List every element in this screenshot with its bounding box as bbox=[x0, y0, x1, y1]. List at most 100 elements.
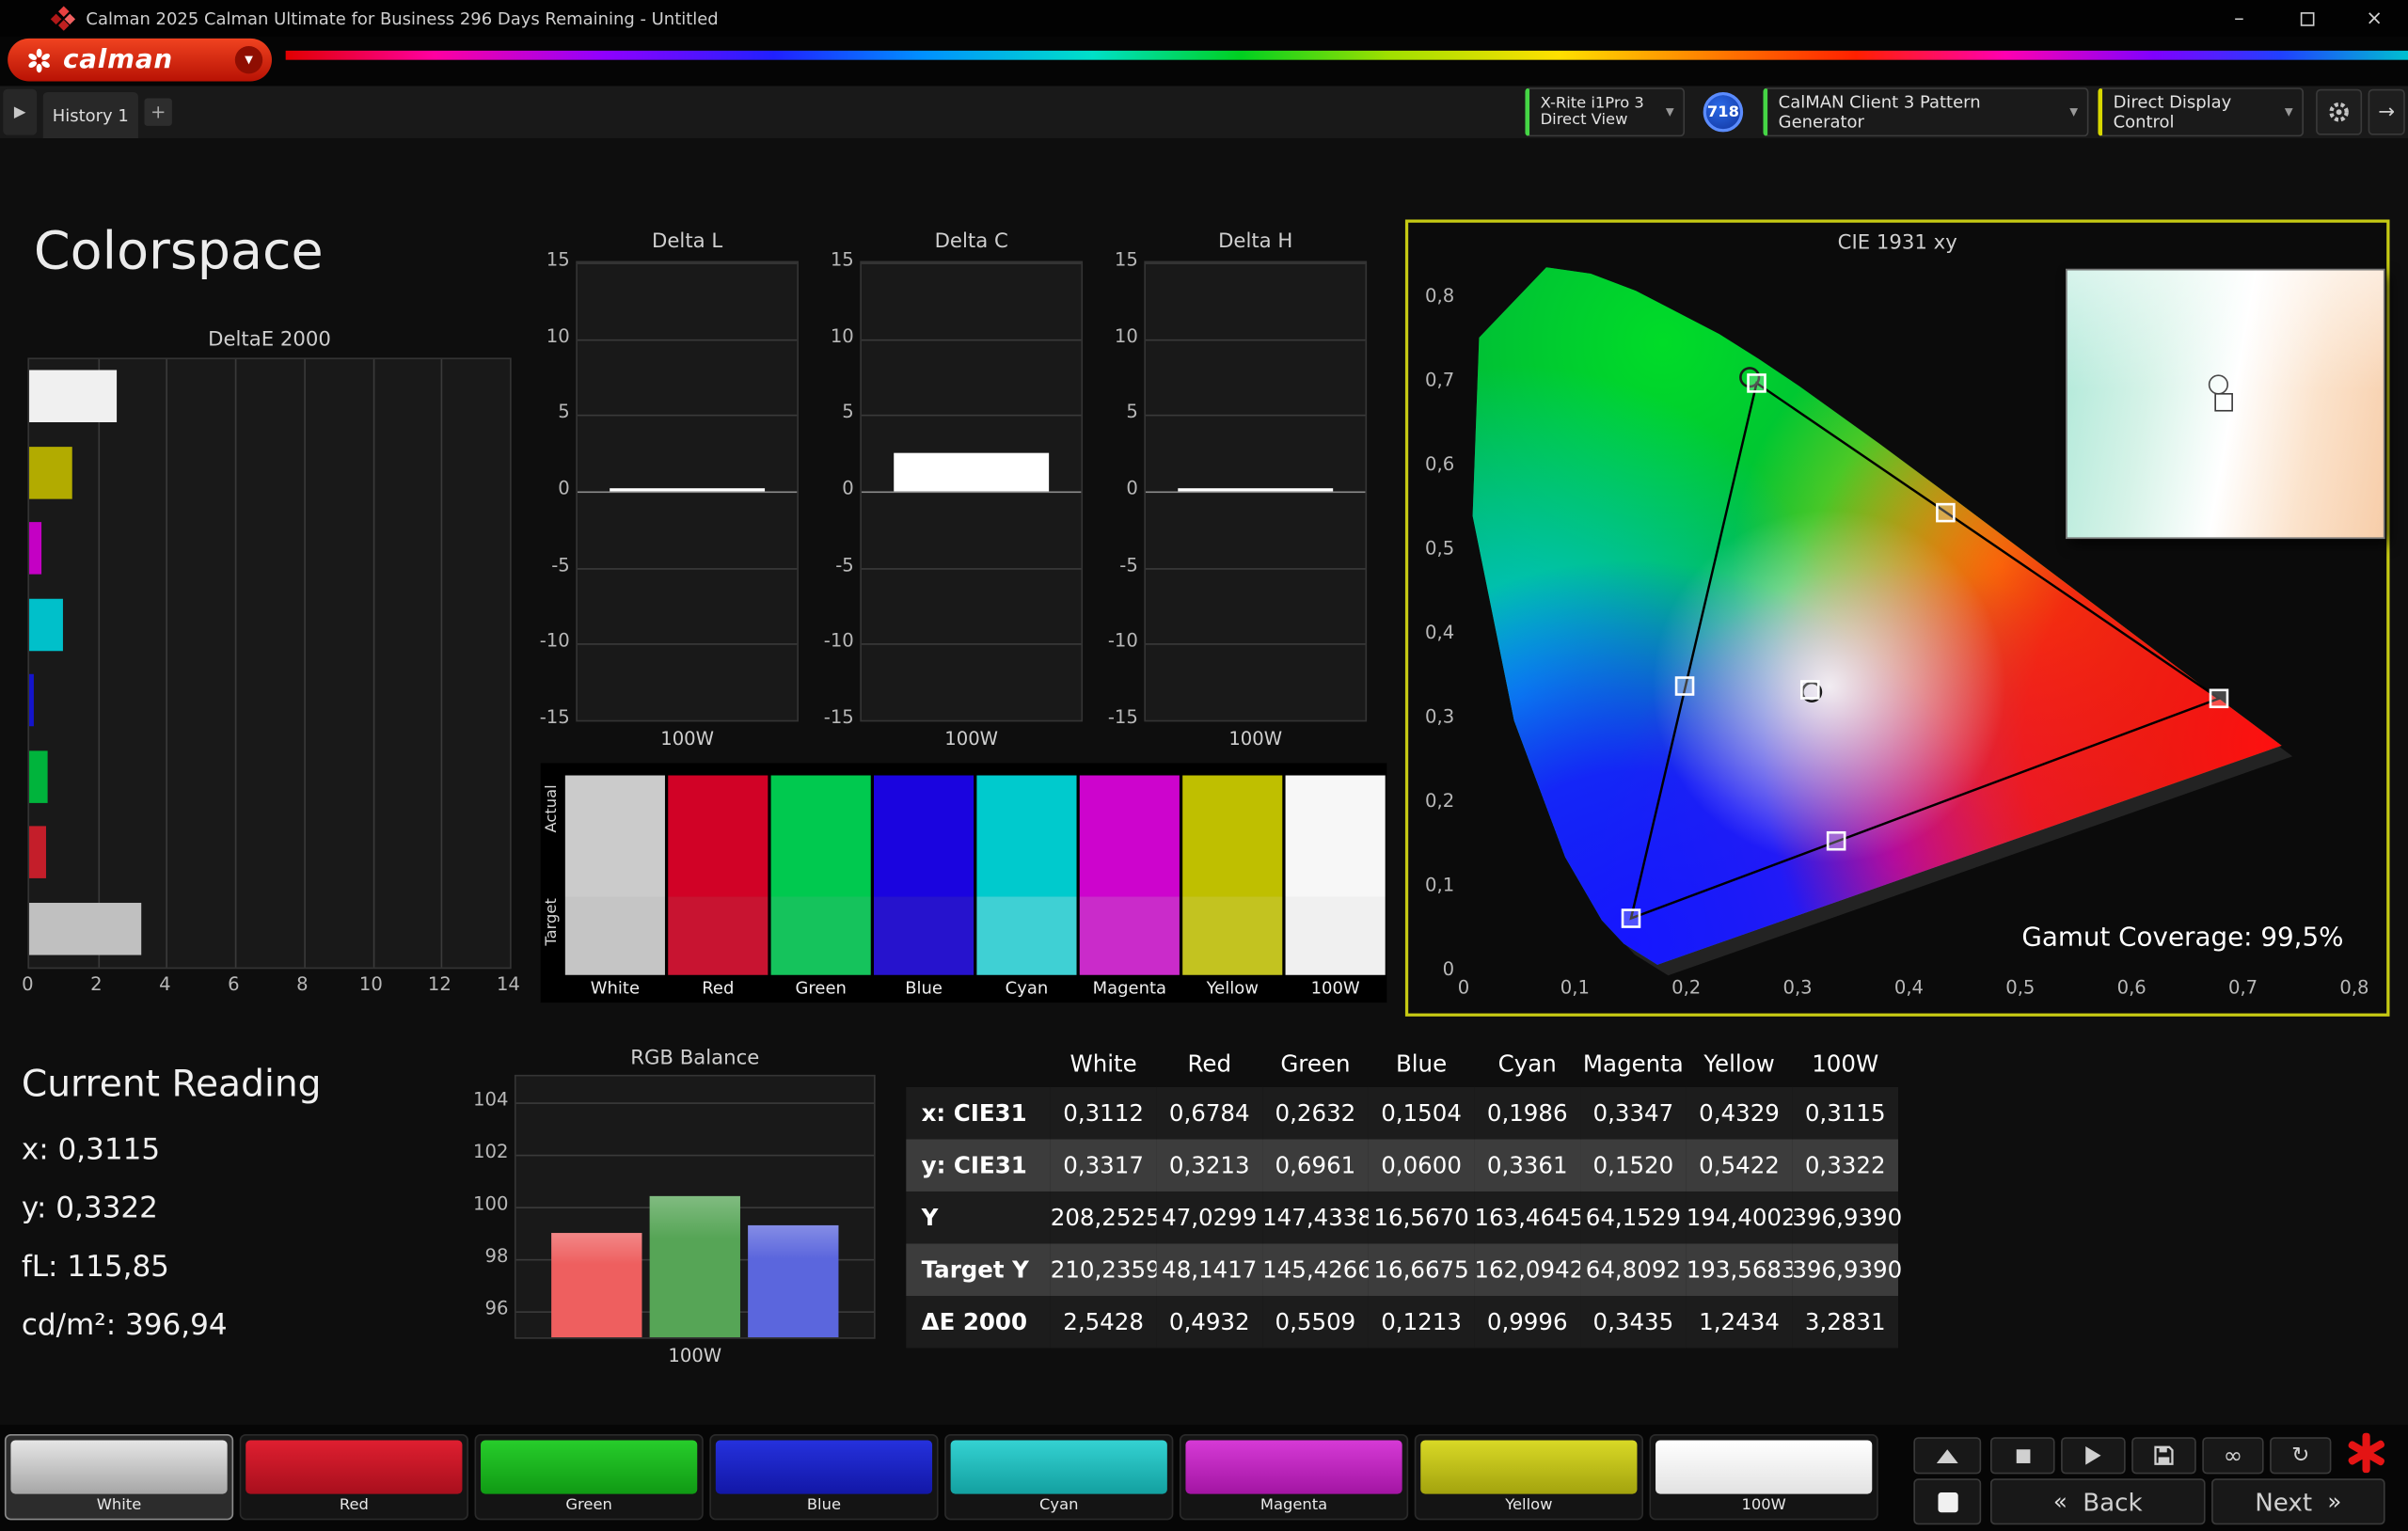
table-cell: 145,4266 bbox=[1262, 1243, 1369, 1296]
row-label: Y bbox=[906, 1192, 1050, 1244]
axis-tick-label: 0 bbox=[530, 478, 569, 499]
table-cell: 0,4932 bbox=[1156, 1296, 1262, 1349]
add-tab-button[interactable]: + bbox=[144, 98, 171, 125]
app-icon bbox=[53, 8, 74, 29]
save-button[interactable] bbox=[2131, 1437, 2196, 1474]
measurement-table: WhiteRedGreenBlueCyanMagentaYellow100Wx:… bbox=[906, 1041, 1898, 1349]
close-button[interactable]: × bbox=[2340, 0, 2408, 37]
gridline bbox=[1146, 262, 1365, 264]
session-asterisk-icon bbox=[2347, 1432, 2386, 1472]
reading-fl: fL: 115,85 bbox=[22, 1250, 169, 1284]
svg-text:0,6: 0,6 bbox=[1425, 453, 1454, 475]
swatch-panel: Actual Target WhiteRedGreenBlueCyanMagen… bbox=[541, 763, 1387, 1002]
pattern-button-100w[interactable]: 100W bbox=[1650, 1434, 1878, 1520]
axis-tick-label: 8 bbox=[284, 973, 321, 995]
settings-gear-button[interactable] bbox=[2316, 89, 2362, 135]
axis-tick-label: 98 bbox=[468, 1245, 508, 1267]
calman-logo-button[interactable]: calman ▼ bbox=[8, 39, 272, 82]
forward-arrow-button[interactable]: → bbox=[2368, 89, 2405, 135]
stop-session-button[interactable] bbox=[1913, 1478, 1981, 1524]
swatch-target bbox=[874, 896, 974, 974]
window-title: Calman 2025 Calman Ultimate for Business… bbox=[86, 8, 718, 28]
gridline bbox=[516, 1155, 874, 1157]
gridline bbox=[510, 359, 512, 968]
deltae-bar-100w bbox=[29, 902, 142, 955]
display-control-dropdown[interactable]: Direct Display Control ▼ bbox=[2098, 87, 2304, 136]
pattern-button-magenta[interactable]: Magenta bbox=[1180, 1434, 1408, 1520]
delta-c-chart bbox=[860, 261, 1083, 722]
calman-app-window: Calman 2025 Calman Ultimate for Business… bbox=[0, 0, 2408, 1531]
axis-tick-label: 10 bbox=[1098, 325, 1137, 347]
pattern-button-green[interactable]: Green bbox=[475, 1434, 704, 1520]
next-label: Next bbox=[2255, 1487, 2312, 1516]
swatch-actual bbox=[565, 776, 665, 897]
deltae-bar-cyan bbox=[29, 598, 63, 651]
actual-row-label: Actual bbox=[544, 784, 561, 832]
logo-wordmark: calman bbox=[63, 44, 173, 75]
expand-panel-button[interactable]: ▶ bbox=[3, 89, 37, 135]
axis-tick-label: 15 bbox=[530, 248, 569, 270]
pattern-label: 100W bbox=[1656, 1494, 1872, 1519]
stop-button[interactable] bbox=[1990, 1437, 2055, 1474]
maximize-button[interactable] bbox=[2273, 0, 2340, 37]
swatch-yellow bbox=[1182, 776, 1282, 975]
svg-text:0,1: 0,1 bbox=[1425, 874, 1454, 895]
pattern-button-white[interactable]: White bbox=[5, 1434, 233, 1520]
current-reading-title: Current Reading bbox=[22, 1063, 322, 1106]
gridline bbox=[1146, 568, 1365, 570]
gridline bbox=[1146, 644, 1365, 646]
chevron-right-icon: » bbox=[2327, 1488, 2341, 1515]
table-cell: 162,0942 bbox=[1474, 1243, 1580, 1296]
svg-text:0,8: 0,8 bbox=[2339, 976, 2368, 998]
pattern-button-yellow[interactable]: Yellow bbox=[1415, 1434, 1643, 1520]
svg-text:0,4: 0,4 bbox=[1894, 976, 1924, 998]
pattern-button-blue[interactable]: Blue bbox=[709, 1434, 938, 1520]
deltae-bar-white bbox=[29, 370, 117, 422]
svg-text:0,7: 0,7 bbox=[2228, 976, 2258, 998]
chevron-down-icon: ▼ bbox=[1656, 106, 1674, 118]
meter-dropdown[interactable]: X-Rite i1Pro 3 Direct View ▼ bbox=[1525, 87, 1685, 136]
play-button[interactable] bbox=[2061, 1437, 2126, 1474]
gridline bbox=[1146, 415, 1365, 417]
deltae-x-axis: 02468101214 bbox=[0, 973, 553, 998]
pattern-button-red[interactable]: Red bbox=[240, 1434, 468, 1520]
toolbar: ▶ History 1 + X-Rite i1Pro 3 Direct View… bbox=[0, 86, 2408, 138]
logo-menu-chevron-icon[interactable]: ▼ bbox=[235, 46, 262, 73]
table-cell: 47,0299 bbox=[1156, 1192, 1262, 1244]
pattern-label: Red bbox=[246, 1494, 462, 1519]
gridline bbox=[372, 359, 374, 968]
table-cell: 0,4329 bbox=[1687, 1087, 1793, 1140]
pattern-generator-dropdown[interactable]: CalMAN Client 3 Pattern Generator ▼ bbox=[1763, 87, 2088, 136]
delta-l-x-label: 100W bbox=[576, 728, 799, 750]
table-cell: 0,3317 bbox=[1051, 1139, 1157, 1192]
continuous-mode-button[interactable]: ∞ bbox=[2202, 1437, 2263, 1474]
rgb-bar-green bbox=[650, 1196, 740, 1337]
meter-status-badge[interactable]: 718 bbox=[1703, 92, 1743, 132]
deltae-bar-yellow bbox=[29, 446, 71, 498]
eject-button[interactable] bbox=[1913, 1437, 1981, 1474]
table-header: Yellow bbox=[1687, 1041, 1793, 1087]
gridline bbox=[578, 568, 797, 570]
gridline bbox=[578, 491, 797, 493]
gamut-coverage-label: Gamut Coverage: 99,5% bbox=[2021, 923, 2343, 954]
back-button[interactable]: « Back bbox=[1990, 1478, 2206, 1524]
pattern-color-swatch bbox=[246, 1440, 462, 1493]
tab-history[interactable]: History 1 bbox=[43, 92, 138, 138]
pattern-generator-label: CalMAN Client 3 Pattern Generator bbox=[1779, 92, 2061, 132]
row-label: x: CIE31 bbox=[906, 1087, 1050, 1140]
play-icon bbox=[2085, 1446, 2100, 1465]
axis-tick-label: 6 bbox=[215, 973, 252, 995]
row-label: Target Y bbox=[906, 1243, 1050, 1296]
refresh-button[interactable]: ↻ bbox=[2270, 1437, 2331, 1474]
axis-tick-label: -5 bbox=[1098, 554, 1137, 576]
delta-c-y-axis: 151050-5-10-15 bbox=[814, 261, 853, 722]
reading-x: x: 0,3115 bbox=[22, 1133, 160, 1167]
pattern-color-swatch bbox=[10, 1440, 227, 1493]
delta-l-y-axis: 151050-5-10-15 bbox=[530, 261, 569, 722]
delta-h-chart bbox=[1144, 261, 1367, 722]
svg-text:0,4: 0,4 bbox=[1425, 622, 1454, 643]
table-cell: 0,1504 bbox=[1369, 1087, 1475, 1140]
next-button[interactable]: Next » bbox=[2211, 1478, 2384, 1524]
pattern-button-cyan[interactable]: Cyan bbox=[944, 1434, 1173, 1520]
minimize-button[interactable]: – bbox=[2206, 0, 2273, 37]
